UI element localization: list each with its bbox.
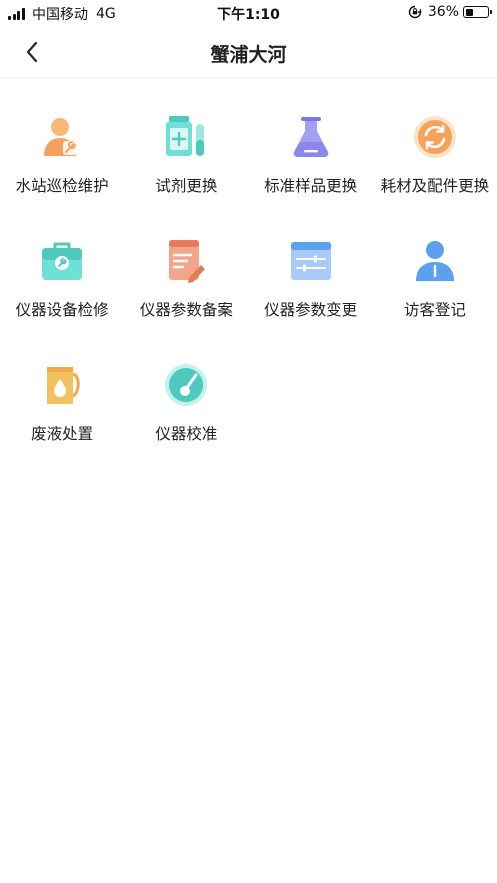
tile-instrument-calibration[interactable]: 仪器校准 <box>124 354 248 478</box>
flask-icon <box>293 117 328 157</box>
tile-label: 仪器设备检修 <box>15 301 109 319</box>
navigation-bar: 蟹浦大河 <box>0 26 497 78</box>
reagent-bottle-icon <box>166 116 205 156</box>
notepad-icon <box>169 240 206 283</box>
tile-label: 水站巡检维护 <box>15 177 109 195</box>
tile-waste-liquid-disposal[interactable]: 废液处置 <box>0 354 124 478</box>
tile-label: 仪器参数备案 <box>139 301 233 319</box>
refresh-parts-icon <box>413 116 456 158</box>
visitor-icon <box>415 241 454 281</box>
battery-fill <box>465 8 474 16</box>
toolbox-icon <box>42 242 83 280</box>
maintenance-worker-icon <box>44 118 78 156</box>
tile-standard-sample-replace[interactable]: 标准样品更换 <box>249 106 373 230</box>
status-right: 36% <box>408 4 492 20</box>
tile-consumables-replace[interactable]: 耗材及配件更换 <box>373 106 497 230</box>
tile-label: 访客登记 <box>403 301 466 319</box>
tile-station-inspection[interactable]: 水站巡检维护 <box>0 106 124 230</box>
tile-label: 试剂更换 <box>155 177 218 195</box>
waste-liquid-icon <box>47 367 80 404</box>
tile-equipment-repair[interactable]: 仪器设备检修 <box>0 230 124 354</box>
status-bar: 中国移动 4G 下午1:10 36% <box>0 0 497 26</box>
tile-label: 仪器参数变更 <box>264 301 358 319</box>
tile-label: 耗材及配件更换 <box>380 177 490 195</box>
tile-label: 废液处置 <box>31 425 94 443</box>
tile-label: 仪器校准 <box>155 425 218 443</box>
tile-parameter-filing[interactable]: 仪器参数备案 <box>124 230 248 354</box>
gauge-icon <box>165 364 208 406</box>
rotation-lock-icon <box>408 5 422 19</box>
page-title: 蟹浦大河 <box>210 44 287 66</box>
tile-parameter-change[interactable]: 仪器参数变更 <box>249 230 373 354</box>
tile-visitor-registration[interactable]: 访客登记 <box>373 230 497 354</box>
tile-label: 标准样品更换 <box>264 177 358 195</box>
feature-grid: 水站巡检维护 试剂更换 标准样品更换 耗材及配件更换 仪器设备检修 仪器参数备案… <box>0 106 497 478</box>
battery-icon <box>463 6 492 18</box>
sliders-icon <box>290 242 331 280</box>
tile-reagent-replace[interactable]: 试剂更换 <box>124 106 248 230</box>
battery-percent: 36% <box>427 4 459 20</box>
